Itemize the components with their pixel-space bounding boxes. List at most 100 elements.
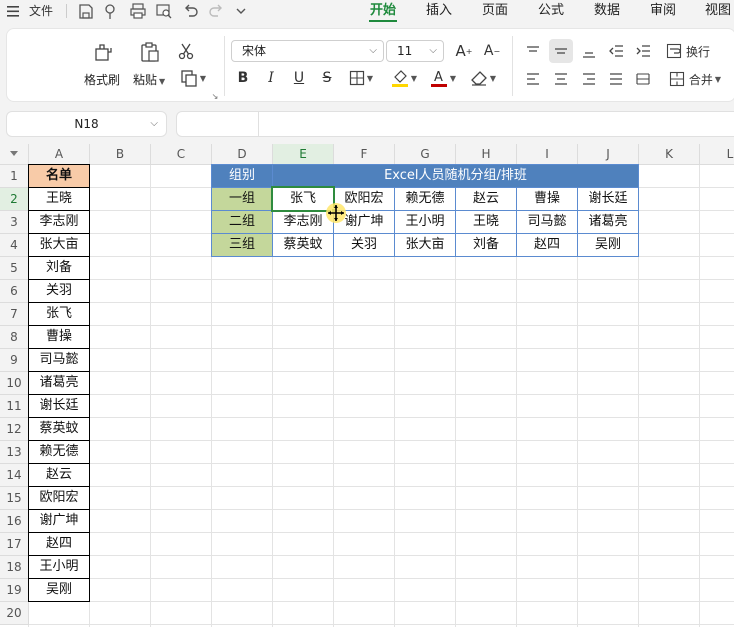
- column-header-l[interactable]: L: [700, 144, 734, 165]
- row-header-8[interactable]: 8: [0, 326, 29, 349]
- name-list-item[interactable]: 王晓: [28, 187, 90, 211]
- copy-icon[interactable]: ▼: [178, 68, 208, 88]
- align-left-icon[interactable]: [523, 69, 543, 89]
- column-header-i[interactable]: I: [517, 144, 578, 165]
- paste-dropdown[interactable]: 粘贴 ▼: [133, 71, 165, 88]
- row-header-3[interactable]: 3: [0, 211, 29, 234]
- group-header[interactable]: 组别: [211, 164, 273, 188]
- redo-icon[interactable]: [208, 2, 224, 20]
- format-painter-label[interactable]: 格式刷: [84, 71, 120, 88]
- group-member-cell[interactable]: 赵四: [516, 233, 578, 257]
- strikethrough-icon[interactable]: S: [318, 68, 336, 88]
- chevron-down-icon[interactable]: [235, 2, 247, 20]
- row-header-6[interactable]: 6: [0, 280, 29, 303]
- decrease-font-size-icon[interactable]: A −: [480, 40, 504, 62]
- justify-icon[interactable]: [606, 69, 626, 89]
- row-header-2[interactable]: 2: [0, 188, 29, 211]
- row-header-15[interactable]: 15: [0, 487, 29, 510]
- row-header-14[interactable]: 14: [0, 464, 29, 487]
- wrap-text-button[interactable]: 换行: [664, 40, 712, 62]
- name-list-item[interactable]: 赵四: [28, 532, 90, 556]
- paste-icon[interactable]: [137, 40, 163, 64]
- align-top-icon[interactable]: [523, 41, 543, 61]
- row-header-11[interactable]: 11: [0, 395, 29, 418]
- print-icon[interactable]: [129, 2, 147, 20]
- row-header-20[interactable]: 20: [0, 602, 29, 625]
- name-list-item[interactable]: 诸葛亮: [28, 371, 90, 395]
- group-member-cell[interactable]: 张大亩: [394, 233, 456, 257]
- row-header-16[interactable]: 16: [0, 510, 29, 533]
- font-size-select[interactable]: 11 ⌵: [386, 40, 444, 62]
- column-header-h[interactable]: H: [456, 144, 517, 165]
- name-list-item[interactable]: 谢广坤: [28, 509, 90, 533]
- save-icon[interactable]: [78, 2, 94, 20]
- clear-format-icon[interactable]: ▼: [466, 66, 500, 90]
- spreadsheet-grid[interactable]: A B C D E F G H I J K L 1 2 3 4 5 6 7 8 9 10 11 12 13 14 15 16 17 18 1…: [0, 144, 734, 627]
- group-member-cell[interactable]: 诸葛亮: [577, 210, 639, 234]
- print-preview-icon[interactable]: [155, 2, 173, 20]
- tab-insert[interactable]: 插入: [426, 2, 452, 20]
- align-bottom-icon[interactable]: [579, 41, 599, 61]
- group-member-cell[interactable]: 赖无德: [394, 187, 456, 211]
- borders-icon[interactable]: ▼: [346, 68, 376, 88]
- column-header-f[interactable]: F: [334, 144, 395, 165]
- distribute-icon[interactable]: [633, 69, 653, 89]
- underline-icon[interactable]: U: [290, 68, 308, 88]
- name-list-item[interactable]: 李志刚: [28, 210, 90, 234]
- formula-input[interactable]: [176, 111, 734, 137]
- tab-review[interactable]: 审阅: [650, 2, 676, 20]
- group-member-cell[interactable]: 曹操: [516, 187, 578, 211]
- column-header-c[interactable]: C: [151, 144, 212, 165]
- tab-view[interactable]: 视图: [705, 2, 731, 20]
- name-list-item[interactable]: 王小明: [28, 555, 90, 579]
- file-menu[interactable]: 文件: [29, 2, 53, 20]
- name-list-item[interactable]: 司马懿: [28, 348, 90, 372]
- column-header-a[interactable]: A: [29, 144, 90, 165]
- row-header-17[interactable]: 17: [0, 533, 29, 556]
- name-list-item[interactable]: 赵云: [28, 463, 90, 487]
- name-list-item[interactable]: 谢长廷: [28, 394, 90, 418]
- font-name-select[interactable]: 宋体 ⌵: [231, 40, 384, 62]
- align-middle-icon[interactable]: [549, 39, 573, 63]
- group-member-cell[interactable]: 司马懿: [516, 210, 578, 234]
- group-member-cell[interactable]: 谢长廷: [577, 187, 639, 211]
- tab-data[interactable]: 数据: [594, 2, 620, 20]
- fill-color-icon[interactable]: ▼: [387, 66, 421, 90]
- column-header-g[interactable]: G: [395, 144, 456, 165]
- column-header-e[interactable]: E: [273, 144, 334, 165]
- group-table-title[interactable]: Excel人员随机分组/排班: [272, 164, 639, 188]
- name-list-item[interactable]: 刘备: [28, 256, 90, 280]
- row-header-19[interactable]: 19: [0, 579, 29, 602]
- group-member-cell[interactable]: 赵云: [455, 187, 517, 211]
- tab-home[interactable]: 开始: [370, 2, 396, 20]
- column-header-j[interactable]: J: [578, 144, 639, 165]
- increase-indent-icon[interactable]: [633, 41, 653, 61]
- name-list-item[interactable]: 吴刚: [28, 578, 90, 602]
- align-right-icon[interactable]: [579, 69, 599, 89]
- column-header-d[interactable]: D: [212, 144, 273, 165]
- name-list-item[interactable]: 张大亩: [28, 233, 90, 257]
- group-member-cell[interactable]: 关羽: [333, 233, 395, 257]
- increase-font-size-icon[interactable]: A +: [452, 40, 476, 62]
- name-list-item[interactable]: 赖无德: [28, 440, 90, 464]
- row-header-7[interactable]: 7: [0, 303, 29, 326]
- italic-icon[interactable]: I: [262, 68, 280, 88]
- font-color-icon[interactable]: A ▼: [426, 66, 460, 90]
- row-header-5[interactable]: 5: [0, 257, 29, 280]
- name-list-item[interactable]: 关羽: [28, 279, 90, 303]
- row-header-10[interactable]: 10: [0, 372, 29, 395]
- bold-icon[interactable]: B: [234, 68, 252, 88]
- row-header-18[interactable]: 18: [0, 556, 29, 579]
- row-header-12[interactable]: 12: [0, 418, 29, 441]
- decrease-indent-icon[interactable]: [606, 41, 626, 61]
- group-member-cell[interactable]: 刘备: [455, 233, 517, 257]
- group-name[interactable]: 二组: [211, 210, 273, 234]
- group-name[interactable]: 一组: [211, 187, 273, 211]
- name-list-item[interactable]: 曹操: [28, 325, 90, 349]
- tab-formula[interactable]: 公式: [538, 2, 564, 20]
- align-center-icon[interactable]: [551, 69, 571, 89]
- column-header-k[interactable]: K: [639, 144, 700, 165]
- undo-icon[interactable]: [183, 2, 199, 20]
- name-box[interactable]: N18 ⌵: [6, 111, 167, 137]
- column-header-b[interactable]: B: [90, 144, 151, 165]
